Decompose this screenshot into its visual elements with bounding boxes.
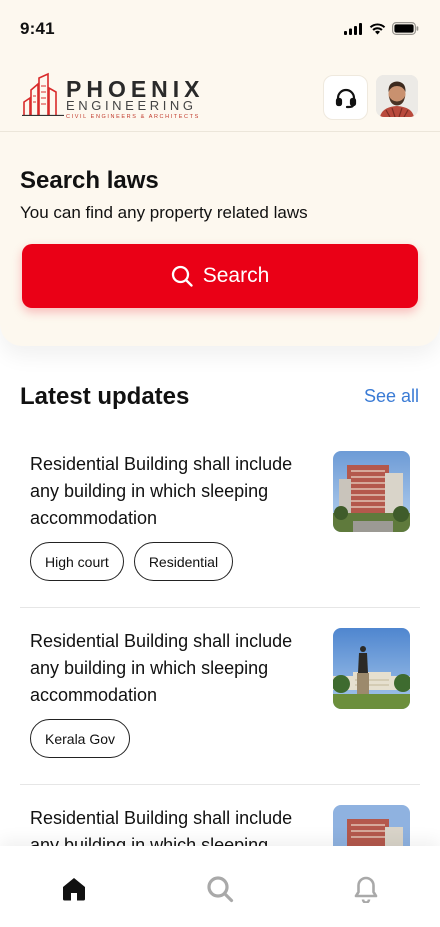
user-photo-icon	[376, 75, 418, 117]
update-thumbnail	[333, 628, 410, 709]
statue-photo-icon	[333, 628, 410, 709]
user-avatar[interactable]	[376, 75, 418, 117]
tag-chip[interactable]: Residential	[133, 542, 234, 581]
search-icon	[171, 265, 193, 287]
headset-icon	[335, 88, 356, 108]
brand-logo[interactable]: PHOENIX ENGINEERING CIVIL ENGINEERS & AR…	[22, 72, 205, 121]
building-photo-icon	[333, 451, 410, 532]
status-time: 9:41	[20, 19, 55, 38]
nav-notifications[interactable]	[351, 874, 381, 904]
update-card[interactable]: Residential Building shall include any b…	[20, 451, 420, 591]
latest-updates-title: Latest updates	[20, 383, 190, 410]
tag-chip[interactable]: Kerala Gov	[30, 719, 131, 758]
tag-list: High court Residential	[30, 542, 234, 581]
brand-tagline: CIVIL ENGINEERS & ARCHITECTS	[66, 114, 200, 120]
search-icon	[207, 876, 234, 903]
battery-icon	[392, 22, 419, 35]
divider	[20, 784, 420, 785]
bottom-navigation	[0, 846, 440, 927]
home-icon	[63, 878, 85, 901]
app-header: PHOENIX ENGINEERING CIVIL ENGINEERS & AR…	[0, 62, 440, 132]
support-button[interactable]	[323, 75, 368, 120]
status-icons	[344, 22, 419, 35]
see-all-link[interactable]: See all	[364, 386, 419, 407]
brand-name: PHOENIX	[66, 76, 205, 102]
update-card[interactable]: Residential Building shall include any b…	[20, 628, 420, 768]
search-subtitle: You can find any property related laws	[20, 203, 308, 222]
bell-icon	[354, 876, 378, 903]
divider	[20, 607, 420, 608]
update-text: Residential Building shall include any b…	[30, 631, 293, 705]
nav-search[interactable]	[205, 874, 235, 904]
signal-icon	[344, 22, 362, 35]
wifi-icon	[369, 22, 386, 34]
brand-subtitle: ENGINEERING	[66, 98, 197, 113]
building-logo-icon	[22, 72, 64, 116]
update-text: Residential Building shall include any b…	[30, 454, 293, 528]
search-title: Search laws	[20, 167, 159, 194]
search-button[interactable]: Search	[22, 244, 418, 308]
status-bar: 9:41	[0, 0, 440, 58]
tag-chip[interactable]: High court	[30, 542, 124, 581]
brand-wordmark: PHOENIX ENGINEERING CIVIL ENGINEERS & AR…	[66, 78, 205, 121]
nav-home[interactable]	[59, 874, 89, 904]
search-button-label: Search	[202, 264, 270, 287]
tag-list: Kerala Gov	[30, 719, 131, 758]
update-thumbnail	[333, 451, 410, 532]
top-section: 9:41 PHOENIX ENGINEERING CIVIL ENGINEERS…	[0, 0, 440, 346]
